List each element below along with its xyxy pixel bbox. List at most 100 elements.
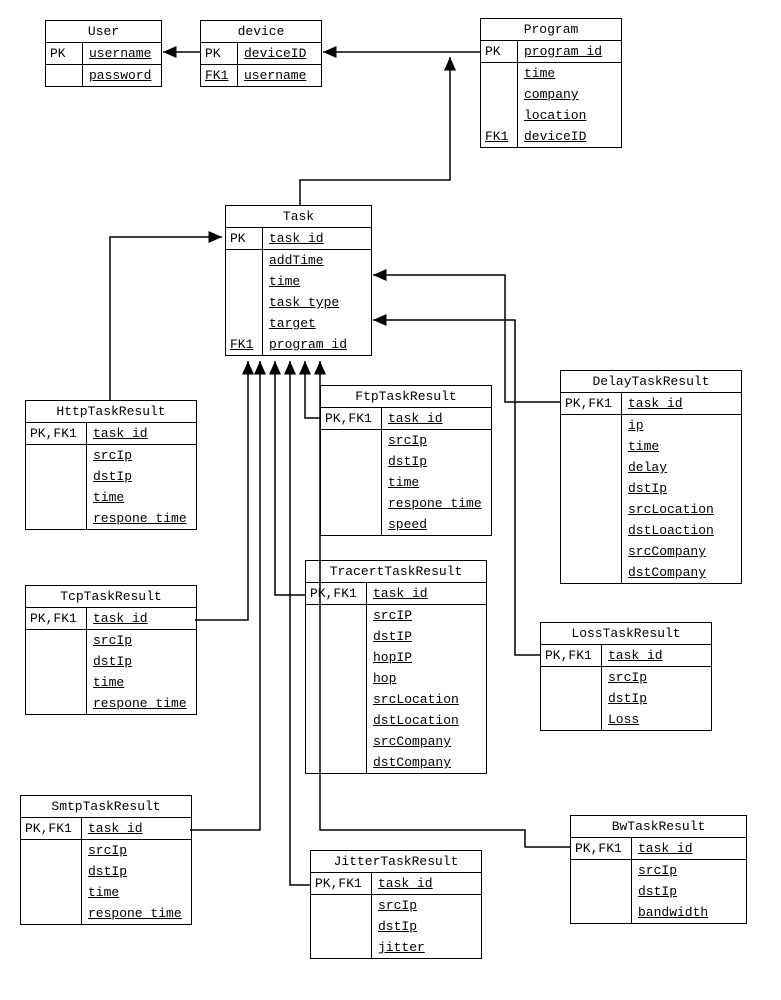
key-label: FK1 — [481, 126, 518, 147]
attr: srcIp — [372, 895, 481, 916]
attr: dstLoaction — [622, 520, 741, 541]
attr: dstIp — [87, 466, 196, 487]
entity-title: BwTaskResult — [571, 816, 746, 838]
attr: dstLocation — [367, 710, 486, 731]
key-label — [226, 271, 263, 292]
attr: time — [263, 271, 371, 292]
key-label: FK1 — [201, 65, 238, 86]
attr: speed — [382, 514, 491, 535]
key-label: PK — [226, 228, 263, 249]
key-label: PK,FK1 — [26, 423, 87, 444]
entity-title: Program — [481, 19, 621, 41]
attr: time — [622, 436, 741, 457]
attr: company — [518, 84, 621, 105]
entity-title: device — [201, 21, 321, 43]
attr: username — [83, 43, 161, 64]
attr: hopIP — [367, 647, 486, 668]
attr: dstCompany — [367, 752, 486, 773]
attr: time — [87, 672, 196, 693]
attr: time — [82, 882, 191, 903]
entity-jitter: JitterTaskResult PK,FK1 task_id srcIp ds… — [310, 850, 482, 959]
attr: password — [83, 65, 161, 86]
entity-ftp: FtpTaskResult PK,FK1 task_id srcIp dstIp… — [320, 385, 492, 536]
attr: time — [87, 487, 196, 508]
entity-title: Task — [226, 206, 371, 228]
entity-title: LossTaskResult — [541, 623, 711, 645]
attr: srcCompany — [622, 541, 741, 562]
attr: delay — [622, 457, 741, 478]
attr: srcIp — [82, 840, 191, 861]
key-label — [481, 84, 518, 105]
entity-program: Program PK program_id time company locat… — [480, 18, 622, 148]
entity-title: User — [46, 21, 161, 43]
entity-bw: BwTaskResult PK,FK1 task_id srcIp dstIp … — [570, 815, 747, 924]
attr: dstIp — [632, 881, 746, 902]
key-label: PK,FK1 — [561, 393, 622, 414]
attr: dstCompany — [622, 562, 741, 583]
entity-title: FtpTaskResult — [321, 386, 491, 408]
key-label: PK,FK1 — [306, 583, 367, 604]
key-label — [26, 445, 87, 466]
attr: deviceID — [238, 43, 321, 64]
attr: dstIp — [82, 861, 191, 882]
attr: task_id — [602, 645, 711, 666]
attr: task_id — [622, 393, 741, 414]
attr: dstIp — [382, 451, 491, 472]
attr: respone_time — [82, 903, 191, 924]
key-label — [481, 63, 518, 84]
key-label — [226, 250, 263, 271]
entity-tracert: TracertTaskResult PK,FK1 task_id srcIP d… — [305, 560, 487, 774]
attr: respone_time — [87, 693, 196, 714]
attr: task_id — [382, 408, 491, 429]
attr: srcCompany — [367, 731, 486, 752]
key-label: FK1 — [226, 334, 263, 355]
entity-title: DelayTaskResult — [561, 371, 741, 393]
attr: srcIp — [87, 630, 196, 651]
entity-title: SmtpTaskResult — [21, 796, 191, 818]
attr: time — [382, 472, 491, 493]
attr: task_id — [367, 583, 486, 604]
attr: task_id — [87, 423, 196, 444]
attr: srcIp — [382, 430, 491, 451]
key-label: PK,FK1 — [311, 873, 372, 894]
entity-http: HttpTaskResult PK,FK1 task_id srcIp dstI… — [25, 400, 197, 530]
attr: time — [518, 63, 621, 84]
key-label: PK,FK1 — [26, 608, 87, 629]
attr: dstIp — [372, 916, 481, 937]
attr: dstIp — [602, 688, 711, 709]
entity-title: TracertTaskResult — [306, 561, 486, 583]
key-label: PK,FK1 — [541, 645, 602, 666]
entity-tcp: TcpTaskResult PK,FK1 task_id srcIp dstIp… — [25, 585, 197, 715]
attr: Loss — [602, 709, 711, 730]
attr: respone_time — [87, 508, 196, 529]
attr: srcLocation — [622, 499, 741, 520]
attr: program_id — [518, 41, 621, 62]
attr: dstIp — [87, 651, 196, 672]
attr: task_id — [263, 228, 371, 249]
key-label: PK — [46, 43, 83, 64]
attr: task_type — [263, 292, 371, 313]
attr: dstIp — [622, 478, 741, 499]
attr: task_id — [87, 608, 196, 629]
entity-task: Task PK task_id addTime time task_type t… — [225, 205, 372, 356]
attr: srcIP — [367, 605, 486, 626]
entity-title: HttpTaskResult — [26, 401, 196, 423]
entity-user: User PK username password — [45, 20, 162, 87]
key-label — [226, 292, 263, 313]
entity-loss: LossTaskResult PK,FK1 task_id srcIp dstI… — [540, 622, 712, 731]
key-label: PK — [481, 41, 518, 62]
attr: program_id — [263, 334, 371, 355]
attr: dstIP — [367, 626, 486, 647]
attr: task_id — [632, 838, 746, 859]
attr: jitter — [372, 937, 481, 958]
attr: srcIp — [602, 667, 711, 688]
entity-device: device PK deviceID FK1 username — [200, 20, 322, 87]
attr: deviceID — [518, 126, 621, 147]
attr: ip — [622, 415, 741, 436]
attr: respone_time — [382, 493, 491, 514]
attr: hop — [367, 668, 486, 689]
attr: location — [518, 105, 621, 126]
key-label: PK,FK1 — [21, 818, 82, 839]
entity-title: TcpTaskResult — [26, 586, 196, 608]
attr: srcIp — [87, 445, 196, 466]
